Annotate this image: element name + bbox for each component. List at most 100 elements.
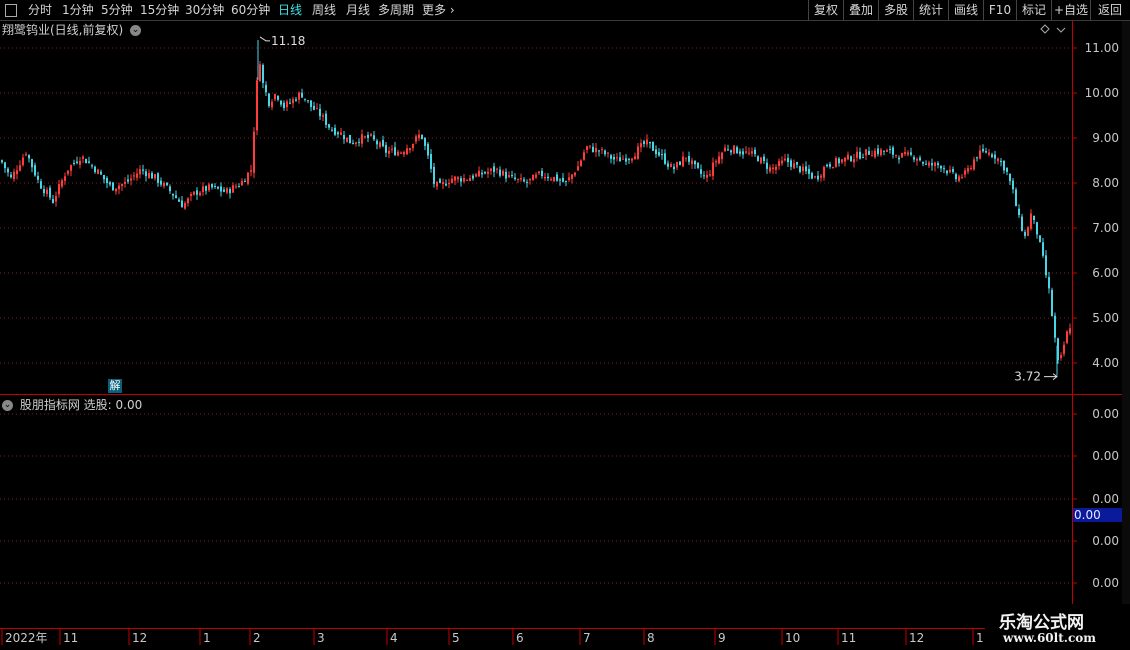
candle-body <box>427 143 429 156</box>
toolbar-button-7[interactable]: +自选 <box>1051 0 1090 20</box>
price-tick-label: 9.00 <box>1092 131 1119 145</box>
candle-body <box>196 190 198 195</box>
candle-body <box>199 192 201 196</box>
candle-body <box>640 143 642 148</box>
candle-body <box>517 178 519 180</box>
candle-body <box>364 136 366 138</box>
candle-body <box>268 93 270 106</box>
candle-body <box>424 138 426 146</box>
candle-body <box>358 141 360 143</box>
period-tab-4[interactable]: 30分钟 <box>185 2 224 18</box>
toolbar-button-1[interactable]: 叠加 <box>843 0 878 20</box>
candle-body <box>298 92 300 100</box>
toolbar-button-3[interactable]: 统计 <box>913 0 948 20</box>
candle-body <box>166 182 168 186</box>
period-tab-10[interactable]: 更多 › <box>422 2 455 18</box>
toolbar-button-8[interactable]: 返回 <box>1090 0 1129 20</box>
period-tab-2[interactable]: 5分钟 <box>101 2 133 18</box>
candle-body <box>991 154 993 157</box>
candle-body <box>412 143 414 149</box>
period-tab-6[interactable]: 日线 <box>278 2 302 18</box>
candle-body <box>238 186 240 188</box>
diamond-icon[interactable] <box>1040 24 1050 34</box>
candle-body <box>70 164 72 171</box>
candle-body <box>256 80 258 131</box>
candle-body <box>172 193 174 196</box>
stock-chart[interactable]: 11.0010.009.008.007.006.005.004.000.000.… <box>0 0 1130 650</box>
indicator-tick-label: 0.00 <box>1092 534 1119 548</box>
candle-body <box>553 176 555 182</box>
candle-body <box>880 149 882 156</box>
candle-body <box>397 151 399 156</box>
candle-body <box>463 178 465 182</box>
candle-body <box>907 152 909 155</box>
candle-body <box>469 178 471 182</box>
time-tick-label: 11 <box>63 631 78 645</box>
candle-body <box>571 174 573 179</box>
candle-body <box>892 147 894 155</box>
candle-body <box>1048 277 1050 289</box>
period-tab-8[interactable]: 月线 <box>346 2 370 18</box>
candle-body <box>811 173 813 179</box>
candle-body <box>859 151 861 159</box>
toolbar-button-0[interactable]: 复权 <box>808 0 843 20</box>
candle-body <box>52 199 54 203</box>
event-marker-jie[interactable]: 解 <box>108 379 122 393</box>
candle-body <box>40 181 42 189</box>
candle-body <box>898 157 900 160</box>
high-arrow <box>259 36 270 42</box>
candle-body <box>955 173 957 180</box>
candle-body <box>556 174 558 181</box>
chevron-down-icon[interactable]: ⌄ <box>130 25 142 36</box>
candle-body <box>343 135 345 140</box>
candle-body <box>637 146 639 159</box>
indicator-title: ⌄ 股朋指标网 选股: 0.00 <box>2 396 142 413</box>
candle-body <box>670 164 672 167</box>
toolbar-button-2[interactable]: 多股 <box>878 0 913 20</box>
candle-body <box>34 165 36 176</box>
candle-body <box>10 174 12 178</box>
candle-body <box>871 155 873 157</box>
period-tab-0[interactable]: 分时 <box>28 2 52 18</box>
toolbar-button-4[interactable]: 画线 <box>948 0 983 20</box>
candle-body <box>883 150 885 152</box>
period-tab-9[interactable]: 多周期 <box>378 2 414 18</box>
chevron-down-icon[interactable]: ⌄ <box>2 400 13 411</box>
candle-body <box>724 147 726 152</box>
candle-body <box>1066 331 1068 344</box>
candle-body <box>985 151 987 153</box>
candle-body <box>316 108 318 110</box>
toolbar-button-6[interactable]: 标记 <box>1016 0 1051 20</box>
candle-body <box>721 152 723 160</box>
candle-body <box>301 92 303 98</box>
candle-body <box>352 142 354 144</box>
candle-body <box>139 169 141 175</box>
candle-body <box>100 171 102 175</box>
candle-body <box>943 168 945 170</box>
candle-body <box>727 149 729 151</box>
candle-body <box>79 160 81 165</box>
candle-body <box>403 152 405 155</box>
candle-body <box>544 176 546 179</box>
period-tab-3[interactable]: 15分钟 <box>140 2 179 18</box>
time-tick-label: 11 <box>841 631 856 645</box>
candle-body <box>88 161 90 163</box>
candle-body <box>103 174 105 180</box>
candle-body <box>220 186 222 192</box>
candle-body <box>331 129 333 131</box>
period-tab-7[interactable]: 周线 <box>312 2 336 18</box>
candle-body <box>904 152 906 154</box>
toolbar-button-5[interactable]: F10 <box>983 0 1016 20</box>
period-tab-5[interactable]: 60分钟 <box>231 2 270 18</box>
candle-body <box>106 177 108 184</box>
high-label: 11.18 <box>271 34 305 48</box>
candle-body <box>865 149 867 156</box>
candle-body <box>628 159 630 161</box>
candle-body <box>292 99 294 104</box>
candle-body <box>841 159 843 163</box>
period-tab-1[interactable]: 1分钟 <box>62 2 94 18</box>
panel-toggle-icon[interactable] <box>5 4 17 17</box>
candle-body <box>658 152 660 156</box>
candle-body <box>709 174 711 176</box>
chevron-down-icon[interactable] <box>1056 27 1066 33</box>
